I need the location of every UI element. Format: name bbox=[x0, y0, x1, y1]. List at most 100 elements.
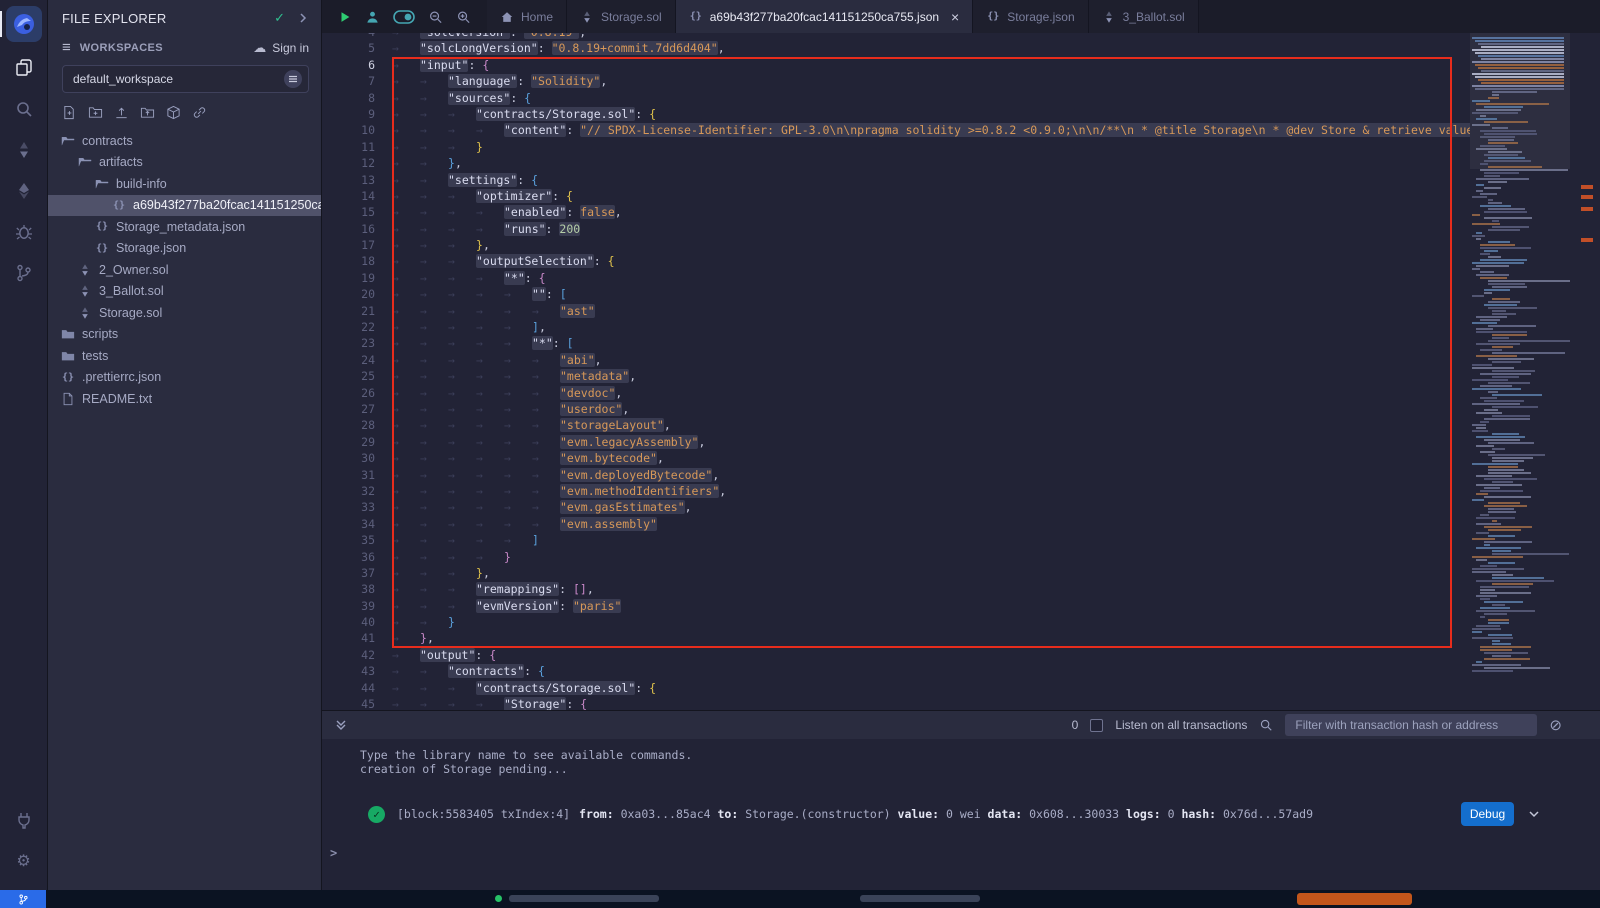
debug-button[interactable]: Debug bbox=[1461, 802, 1514, 826]
code-line-16[interactable]: 16→→→→"runs": 200 bbox=[322, 221, 1600, 237]
listen-checkbox[interactable] bbox=[1090, 719, 1103, 732]
code-line-13[interactable]: 13→→"settings": { bbox=[322, 172, 1600, 188]
code-line-40[interactable]: 40→→} bbox=[322, 614, 1600, 630]
code-line-21[interactable]: 21→→→→→→"ast" bbox=[322, 303, 1600, 319]
code-line-8[interactable]: 8→→"sources": { bbox=[322, 90, 1600, 106]
remix-logo-icon[interactable] bbox=[6, 6, 42, 42]
workspace-git-indicator[interactable] bbox=[0, 890, 46, 908]
debugger-icon[interactable] bbox=[12, 220, 36, 244]
code-line-14[interactable]: 14→→→"optimizer": { bbox=[322, 188, 1600, 204]
code-line-33[interactable]: 33→→→→→→"evm.gasEstimates", bbox=[322, 499, 1600, 515]
plugin-manager-icon[interactable] bbox=[12, 808, 36, 832]
code-line-34[interactable]: 34→→→→→→"evm.assembly" bbox=[322, 516, 1600, 532]
search-icon[interactable] bbox=[1259, 718, 1273, 732]
code-line-12[interactable]: 12→→}, bbox=[322, 155, 1600, 171]
code-line-28[interactable]: 28→→→→→→"storageLayout", bbox=[322, 417, 1600, 433]
zoom-in-icon[interactable] bbox=[456, 9, 471, 25]
link-icon[interactable] bbox=[192, 105, 207, 120]
workspace-select[interactable]: default_workspace bbox=[62, 65, 309, 93]
expand-terminal-icon[interactable] bbox=[334, 718, 348, 732]
block-icon[interactable]: ⊘ bbox=[1549, 716, 1562, 734]
ipfs-box-icon[interactable] bbox=[166, 105, 181, 120]
close-icon[interactable]: × bbox=[951, 10, 959, 24]
status-indicator[interactable] bbox=[495, 895, 659, 902]
tree-item[interactable]: 2_Owner.sol bbox=[48, 259, 321, 281]
workspaces-menu-icon[interactable]: ≡ bbox=[62, 39, 71, 56]
tree-item[interactable]: {}.prettierrc.json bbox=[48, 367, 321, 389]
chevron-right-icon[interactable] bbox=[297, 12, 309, 24]
code-line-36[interactable]: 36→→→→} bbox=[322, 549, 1600, 565]
filter-input[interactable] bbox=[1285, 714, 1537, 736]
tree-item[interactable]: tests bbox=[48, 345, 321, 367]
code-line-25[interactable]: 25→→→→→→"metadata", bbox=[322, 368, 1600, 384]
code-line-35[interactable]: 35→→→→→] bbox=[322, 532, 1600, 548]
code-line-15[interactable]: 15→→→→"enabled": false, bbox=[322, 204, 1600, 220]
code-line-43[interactable]: 43→→"contracts": { bbox=[322, 663, 1600, 679]
tab-storage-json[interactable]: {}Storage.json bbox=[973, 0, 1088, 33]
toggle-icon[interactable] bbox=[393, 9, 415, 25]
tree-item[interactable]: contracts bbox=[48, 130, 321, 152]
status-indicator[interactable] bbox=[860, 895, 980, 902]
tree-item[interactable]: scripts bbox=[48, 324, 321, 346]
search-icon[interactable] bbox=[12, 97, 36, 121]
terminal-output[interactable]: Type the library name to see available c… bbox=[322, 739, 1600, 890]
code-line-18[interactable]: 18→→→"outputSelection": { bbox=[322, 253, 1600, 269]
file-explorer-icon[interactable] bbox=[12, 56, 36, 80]
code-line-27[interactable]: 27→→→→→→"userdoc", bbox=[322, 401, 1600, 417]
code-line-23[interactable]: 23→→→→→"*": [ bbox=[322, 335, 1600, 351]
code-line-17[interactable]: 17→→→}, bbox=[322, 237, 1600, 253]
code-line-4[interactable]: 4→"solcVersion": "0.8.19", bbox=[322, 33, 1600, 40]
solidity-compiler-icon[interactable] bbox=[12, 138, 36, 162]
tree-item[interactable]: {}Storage_metadata.json bbox=[48, 216, 321, 238]
code-line-31[interactable]: 31→→→→→→"evm.deployedBytecode", bbox=[322, 467, 1600, 483]
code-line-29[interactable]: 29→→→→→→"evm.legacyAssembly", bbox=[322, 434, 1600, 450]
tree-item[interactable]: README.txt bbox=[48, 388, 321, 410]
tab-storage-sol[interactable]: Storage.sol bbox=[567, 0, 676, 33]
code-line-26[interactable]: 26→→→→→→"devdoc", bbox=[322, 385, 1600, 401]
code-line-20[interactable]: 20→→→→→"": [ bbox=[322, 286, 1600, 302]
tab-3-ballot-sol[interactable]: 3_Ballot.sol bbox=[1089, 0, 1199, 33]
chevron-down-icon[interactable] bbox=[1528, 808, 1540, 820]
code-line-41[interactable]: 41→}, bbox=[322, 630, 1600, 646]
upload-file-icon[interactable] bbox=[114, 105, 129, 120]
transaction-row[interactable]: ✓ [block:5583405 txIndex:4] from: 0xa03.… bbox=[368, 802, 1540, 826]
code-editor[interactable]: 4→"solcVersion": "0.8.19",5→"solcLongVer… bbox=[322, 33, 1600, 710]
code-line-45[interactable]: 45→→→→"Storage": { bbox=[322, 696, 1600, 710]
sign-in-button[interactable]: ☁ Sign in bbox=[253, 40, 309, 56]
code-line-39[interactable]: 39→→→"evmVersion": "paris" bbox=[322, 598, 1600, 614]
tree-item[interactable]: build-info bbox=[48, 173, 321, 195]
run-script-play-icon[interactable] bbox=[338, 9, 352, 25]
tree-item[interactable]: artifacts bbox=[48, 152, 321, 174]
code-line-22[interactable]: 22→→→→→], bbox=[322, 319, 1600, 335]
deploy-run-icon[interactable] bbox=[12, 179, 36, 203]
tree-item[interactable]: Storage.sol bbox=[48, 302, 321, 324]
code-line-24[interactable]: 24→→→→→→"abi", bbox=[322, 352, 1600, 368]
upload-folder-icon[interactable] bbox=[140, 105, 155, 120]
tab-home[interactable]: Home bbox=[487, 0, 567, 33]
code-line-6[interactable]: 6→"input": { bbox=[322, 57, 1600, 73]
tree-item[interactable]: {}Storage.json bbox=[48, 238, 321, 260]
code-line-30[interactable]: 30→→→→→→"evm.bytecode", bbox=[322, 450, 1600, 466]
code-line-38[interactable]: 38→→→"remappings": [], bbox=[322, 581, 1600, 597]
new-file-icon[interactable] bbox=[62, 105, 77, 120]
workspace-options-icon[interactable] bbox=[284, 70, 302, 88]
code-line-5[interactable]: 5→"solcLongVersion": "0.8.19+commit.7dd6… bbox=[322, 40, 1600, 56]
terminal-prompt[interactable]: > bbox=[330, 846, 1600, 860]
code-line-32[interactable]: 32→→→→→→"evm.methodIdentifiers", bbox=[322, 483, 1600, 499]
code-line-9[interactable]: 9→→→"contracts/Storage.sol": { bbox=[322, 106, 1600, 122]
tree-item[interactable]: {}a69b43f277ba20fcac141151250ca7... bbox=[48, 195, 321, 217]
tree-item[interactable]: 3_Ballot.sol bbox=[48, 281, 321, 303]
alert-badge[interactable] bbox=[1297, 893, 1412, 905]
code-line-37[interactable]: 37→→→}, bbox=[322, 565, 1600, 581]
zoom-out-icon[interactable] bbox=[428, 9, 443, 25]
code-line-10[interactable]: 10→→→→"content": "// SPDX-License-Identi… bbox=[322, 122, 1600, 138]
git-branch-icon[interactable] bbox=[12, 261, 36, 285]
code-line-44[interactable]: 44→→→"contracts/Storage.sol": { bbox=[322, 680, 1600, 696]
code-line-42[interactable]: 42→"output": { bbox=[322, 647, 1600, 663]
minimap[interactable] bbox=[1470, 33, 1570, 710]
code-line-11[interactable]: 11→→→} bbox=[322, 139, 1600, 155]
code-line-7[interactable]: 7→→"language": "Solidity", bbox=[322, 73, 1600, 89]
tab-a69b43f277ba20fcac141151250ca755-json[interactable]: {}a69b43f277ba20fcac141151250ca755.json× bbox=[676, 0, 974, 33]
settings-gear-icon[interactable]: ⚙ bbox=[12, 849, 36, 873]
user-icon[interactable] bbox=[365, 9, 380, 25]
